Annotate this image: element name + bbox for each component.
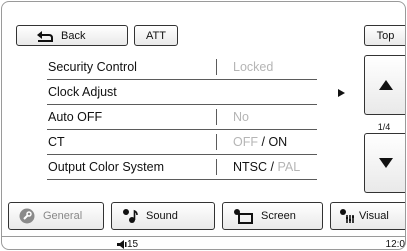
clock: 12:0 xyxy=(385,239,405,250)
menu-row-security-control[interactable]: Security Control Locked xyxy=(47,55,317,80)
pal-option[interactable]: PAL xyxy=(277,160,300,174)
tab-sound[interactable]: Sound xyxy=(111,202,215,230)
ct-on-option[interactable]: ON xyxy=(268,135,287,149)
menu-row-label: Security Control xyxy=(48,60,137,74)
volume-indicator: 15 xyxy=(117,239,139,250)
triangle-down-icon xyxy=(378,158,393,168)
row-divider xyxy=(216,134,217,150)
submenu-arrow-icon xyxy=(338,89,345,97)
menu-row-auto-off[interactable]: Auto OFF No xyxy=(47,105,317,130)
tab-visual[interactable]: Visual xyxy=(330,202,405,230)
menu-row-clock-adjust[interactable]: Clock Adjust xyxy=(47,80,317,105)
back-button[interactable]: Back xyxy=(16,25,128,46)
triangle-up-icon xyxy=(378,80,393,90)
back-label: Back xyxy=(61,29,86,42)
wrench-icon xyxy=(19,208,35,224)
settings-screen: Back ATT Top Security Control Locked Clo… xyxy=(1,1,406,250)
settings-list: Security Control Locked Clock Adjust Aut… xyxy=(47,55,317,180)
auto-off-value: No xyxy=(233,110,249,124)
screen-icon xyxy=(233,208,253,224)
ct-values: OFF / ON xyxy=(233,135,287,149)
menu-row-label: Output Color System xyxy=(48,160,165,174)
back-arrow-icon xyxy=(37,30,53,42)
visual-icon xyxy=(339,208,357,224)
ct-separator: / xyxy=(261,135,265,149)
menu-row-label: CT xyxy=(48,135,65,149)
top-button[interactable]: Top xyxy=(364,25,405,46)
security-value: Locked xyxy=(233,60,274,74)
tab-label: Sound xyxy=(146,210,178,222)
tab-label: Visual xyxy=(359,210,389,222)
tab-general[interactable]: General xyxy=(8,202,104,230)
status-bar: 15 12:0 xyxy=(2,236,405,250)
scroll-down-button[interactable] xyxy=(364,133,405,193)
speaker-icon xyxy=(117,240,127,249)
row-divider xyxy=(216,59,217,75)
row-divider xyxy=(216,109,217,125)
row-divider xyxy=(216,159,217,175)
ct-off-option[interactable]: OFF xyxy=(233,135,258,149)
music-note-icon xyxy=(122,208,138,224)
color-separator: / xyxy=(270,160,274,174)
att-button[interactable]: ATT xyxy=(134,25,178,46)
tab-label: Screen xyxy=(261,210,296,222)
tab-label: General xyxy=(43,210,83,222)
menu-row-output-color-system[interactable]: Output Color System NTSC / PAL xyxy=(47,155,317,180)
tab-screen[interactable]: Screen xyxy=(222,202,323,230)
volume-value: 15 xyxy=(127,239,139,250)
menu-row-label: Auto OFF xyxy=(48,110,103,124)
menu-row-label: Clock Adjust xyxy=(48,85,117,99)
color-system-values: NTSC / PAL xyxy=(233,160,300,174)
page-indicator: 1/4 xyxy=(377,122,391,132)
menu-row-ct[interactable]: CT OFF / ON xyxy=(47,130,317,155)
scroll-up-button[interactable] xyxy=(364,55,405,115)
ntsc-option[interactable]: NTSC xyxy=(233,160,267,174)
